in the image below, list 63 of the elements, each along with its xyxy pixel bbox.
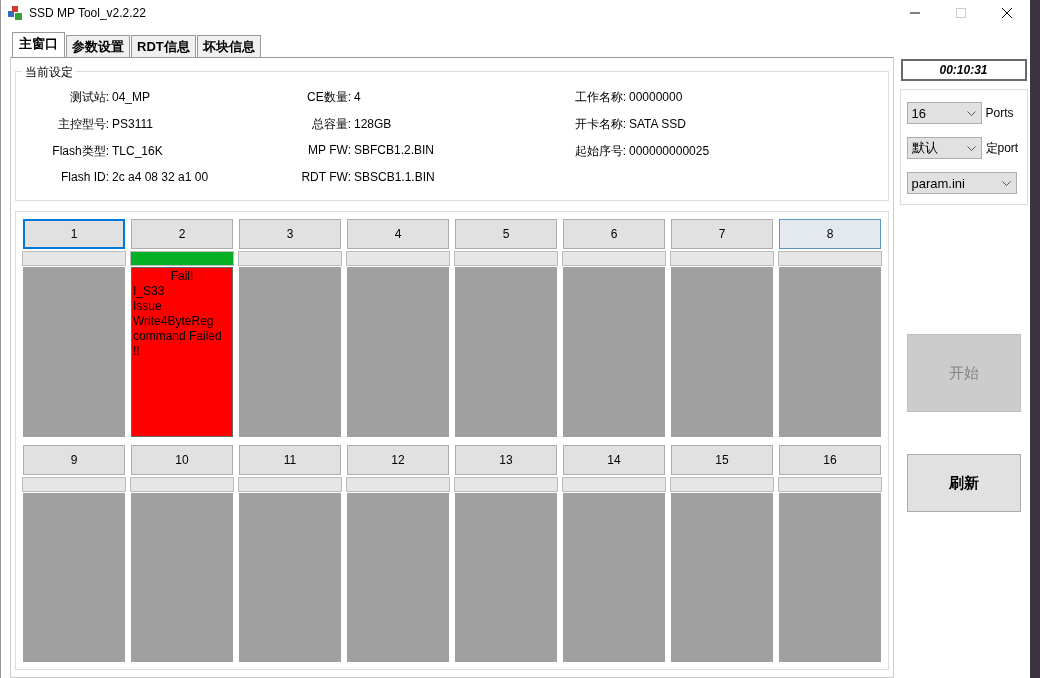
chevron-icon: [1001, 180, 1011, 186]
port-button[interactable]: 7: [671, 219, 773, 249]
field-label: 主控型号:: [56, 116, 109, 133]
field-label: 总容量:: [310, 116, 351, 133]
field-value: TLC_16K: [112, 144, 163, 158]
tab[interactable]: RDT信息: [131, 35, 196, 57]
result-line: Issue: [133, 299, 163, 314]
field-label: Flash类型:: [51, 143, 109, 160]
port-button[interactable]: 2: [131, 219, 233, 249]
port-button[interactable]: 4: [347, 219, 449, 249]
field-value: 04_MP: [112, 90, 151, 104]
action-button[interactable]: 刷新: [906, 454, 1021, 512]
field-label: 开卡名称:: [573, 116, 626, 133]
dropdown[interactable]: param.ini: [906, 172, 1017, 194]
field-label: 工作名称:: [573, 89, 626, 106]
tab[interactable]: 参数设置: [66, 35, 130, 57]
port-button[interactable]: 8: [779, 219, 881, 249]
chevron-icon: [966, 110, 976, 116]
field-value: 000000000025: [629, 144, 710, 158]
maximize-icon: [956, 8, 966, 18]
field-value: SATA SSD: [629, 117, 686, 131]
port-button[interactable]: 5: [455, 219, 557, 249]
field-value: SBFCB1.2.BIN: [354, 143, 435, 157]
result-line: !!: [133, 344, 141, 359]
timer: 00:10:31: [900, 59, 1027, 81]
close-icon: [1002, 8, 1012, 18]
dropdown-label: 定port: [985, 139, 1019, 157]
port-button[interactable]: 9: [23, 444, 125, 475]
field-value: 00000000: [629, 90, 683, 104]
result-title: Fail!: [169, 269, 195, 284]
field-label: 起始序号:: [573, 143, 626, 160]
tab[interactable]: 主窗口: [12, 32, 65, 57]
port-button[interactable]: 1: [23, 219, 125, 249]
port-button[interactable]: 14: [563, 444, 665, 475]
port-button[interactable]: 10: [131, 444, 233, 475]
group-title: 当前设定: [22, 64, 76, 81]
port-button[interactable]: 15: [671, 444, 773, 475]
dropdown-label: Ports: [985, 106, 1014, 120]
result-line: Write4ByteReg: [133, 314, 215, 329]
dropdown[interactable]: 默认: [906, 137, 982, 159]
field-label: MP FW:: [307, 143, 351, 157]
port-button[interactable]: 12: [347, 444, 449, 475]
port-button[interactable]: 6: [563, 219, 665, 249]
chevron-icon: [966, 145, 976, 151]
field-label: RDT FW:: [300, 170, 351, 184]
port-button[interactable]: 11: [239, 444, 341, 475]
result-line: command Failed: [133, 329, 223, 344]
result-line: I_S33: [133, 284, 166, 299]
field-label: CE数量:: [306, 89, 351, 106]
dropdown[interactable]: 16: [906, 102, 982, 124]
port-button[interactable]: 16: [779, 444, 881, 475]
field-label: 测试站:: [68, 89, 109, 106]
field-value: 4: [354, 90, 361, 104]
port-button[interactable]: 3: [239, 219, 341, 249]
port-button[interactable]: 13: [455, 444, 557, 475]
field-value: PS3111: [112, 117, 153, 131]
window-title: SSD MP Tool_v2.2.22: [29, 6, 147, 20]
field-label: Flash ID:: [60, 170, 109, 184]
tab[interactable]: 坏块信息: [196, 35, 261, 57]
field-value: 2c a4 08 32 a1 00: [112, 170, 209, 184]
field-value: 128GB: [354, 117, 392, 131]
field-value: SBSCB1.1.BIN: [354, 170, 435, 184]
app-icon: [7, 5, 23, 21]
